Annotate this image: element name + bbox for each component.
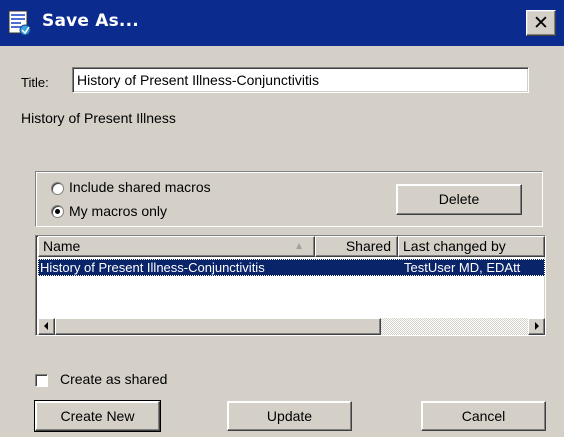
category-text: History of Present Illness bbox=[21, 110, 176, 126]
delete-button[interactable]: Delete bbox=[396, 184, 522, 215]
include-shared-label[interactable]: Include shared macros bbox=[69, 179, 211, 195]
cell-name: History of Present Illness-Conjunctiviti… bbox=[40, 260, 265, 275]
macros-table[interactable]: Name ▲ Shared Last changed by History of… bbox=[35, 235, 546, 336]
sort-ascending-icon: ▲ bbox=[294, 241, 304, 252]
scroll-right-button[interactable] bbox=[528, 318, 545, 335]
cancel-button-label: Cancel bbox=[461, 408, 506, 424]
cancel-button[interactable]: Cancel bbox=[421, 401, 546, 431]
table-row[interactable]: History of Present Illness-Conjunctiviti… bbox=[38, 259, 545, 276]
create-new-button-label: Create New bbox=[60, 408, 135, 424]
scroll-left-button[interactable] bbox=[38, 318, 55, 335]
document-save-icon bbox=[8, 10, 31, 36]
close-button[interactable]: ✕ bbox=[526, 10, 556, 36]
create-new-button[interactable]: Create New bbox=[34, 400, 161, 432]
my-macros-radio[interactable] bbox=[51, 205, 64, 218]
horizontal-scrollbar[interactable] bbox=[38, 318, 545, 335]
arrow-left-icon bbox=[44, 322, 48, 330]
include-shared-radio[interactable] bbox=[51, 182, 64, 195]
title-bar[interactable]: Save As... ✕ bbox=[0, 0, 564, 46]
update-button[interactable]: Update bbox=[227, 401, 352, 431]
update-button-label: Update bbox=[266, 408, 313, 424]
column-header-last-changed-by[interactable]: Last changed by bbox=[398, 236, 545, 257]
title-input[interactable]: History of Present Illness-Conjunctiviti… bbox=[72, 67, 529, 93]
title-input-value: History of Present Illness-Conjunctiviti… bbox=[77, 72, 319, 88]
create-as-shared-label[interactable]: Create as shared bbox=[60, 371, 167, 387]
title-label: Title: bbox=[21, 75, 49, 90]
close-icon: ✕ bbox=[533, 12, 549, 34]
create-as-shared-checkbox[interactable] bbox=[35, 374, 48, 387]
scroll-thumb[interactable] bbox=[55, 318, 381, 335]
delete-button-label: Delete bbox=[438, 191, 480, 207]
my-macros-label[interactable]: My macros only bbox=[69, 203, 167, 219]
arrow-right-icon bbox=[535, 322, 539, 330]
column-header-name[interactable]: Name ▲ bbox=[38, 236, 315, 257]
dialog-title: Save As... bbox=[42, 11, 139, 31]
radio-selected-dot bbox=[55, 209, 60, 214]
column-header-shared[interactable]: Shared bbox=[315, 236, 398, 257]
save-as-dialog: Save As... ✕ Title: History of Present I… bbox=[0, 0, 564, 437]
cell-last-changed-by: TestUser MD, EDAtt bbox=[404, 260, 521, 275]
